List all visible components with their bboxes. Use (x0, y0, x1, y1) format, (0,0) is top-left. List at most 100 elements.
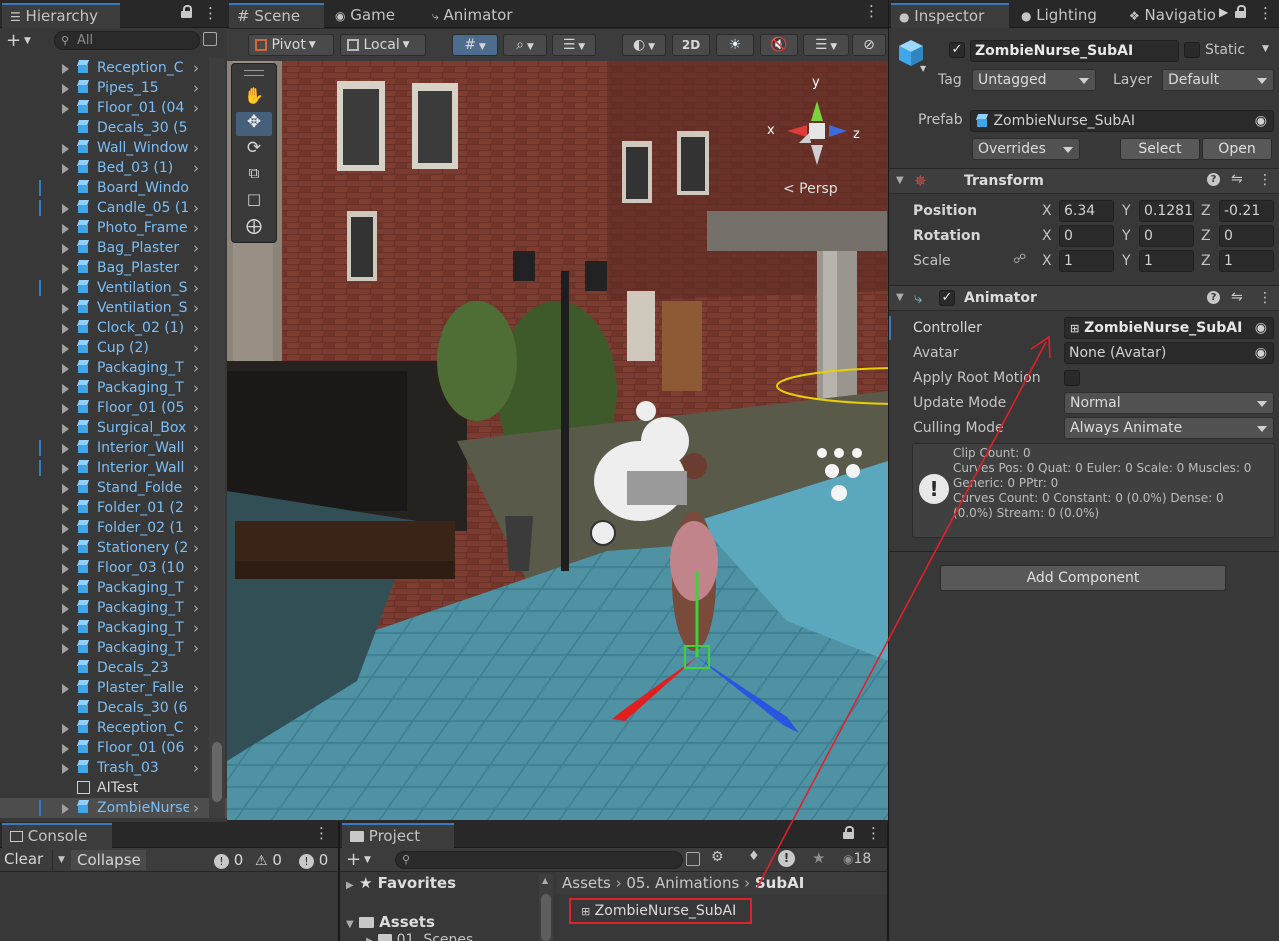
hierarchy-item[interactable]: Ventilation_S › (0, 278, 227, 298)
hierarchy-item[interactable]: Clock_02 (1) › (0, 318, 227, 338)
icon-dropdown-arrow[interactable]: ▼ (920, 64, 926, 73)
hierarchy-item[interactable]: Surgical_Box › (0, 418, 227, 438)
rotate-tool-icon[interactable]: ⟳ (236, 138, 272, 162)
open-prefab-chevron-icon[interactable]: › (193, 758, 199, 778)
create-button[interactable]: + ▼ (6, 30, 31, 51)
hierarchy-scrollbar[interactable] (209, 58, 225, 818)
open-prefab-chevron-icon[interactable]: › (193, 398, 199, 418)
expand-arrow-icon[interactable] (62, 604, 69, 614)
animator-help-icon[interactable]: ? (1207, 291, 1220, 304)
transform-tool-icon[interactable]: ⨁ (236, 216, 272, 240)
open-prefab-chevron-icon[interactable]: › (193, 238, 199, 258)
open-prefab-chevron-icon[interactable]: › (193, 678, 199, 698)
hierarchy-search-input[interactable]: ⚲ All (54, 31, 200, 50)
expand-arrow-icon[interactable] (62, 764, 69, 774)
open-prefab-chevron-icon[interactable]: › (193, 138, 199, 158)
hierarchy-item[interactable]: Folder_02 (1 › (0, 518, 227, 538)
error-filter-button[interactable]: ! 0 (299, 850, 335, 870)
tab-scene[interactable]: # Scene (229, 3, 324, 28)
filter-icon[interactable] (203, 32, 217, 46)
log-filter-button[interactable]: ! 0 (214, 850, 250, 870)
open-prefab-chevron-icon[interactable]: › (193, 638, 199, 658)
rotation-z-field[interactable]: 0 (1219, 225, 1274, 247)
hierarchy-item[interactable]: Floor_01 (06 › (0, 738, 227, 758)
hierarchy-item[interactable]: Ventilation_S › (0, 298, 227, 318)
culling-mode-dropdown[interactable]: Always Animate (1064, 417, 1274, 439)
controller-field[interactable]: ⊞ ZombieNurse_SubAI ◉ (1064, 317, 1274, 339)
open-prefab-chevron-icon[interactable]: › (193, 258, 199, 278)
static-checkbox[interactable] (1184, 42, 1200, 58)
grid-snap-button[interactable]: # ▼ (452, 34, 498, 56)
open-prefab-chevron-icon[interactable]: › (193, 498, 199, 518)
scale-z-field[interactable]: 1 (1219, 250, 1274, 272)
filter-by-type-icon[interactable]: ⚙ (711, 849, 724, 865)
tab-lighting[interactable]: ● Lighting (1013, 3, 1105, 28)
project-lock-icon[interactable] (843, 826, 854, 839)
expand-arrow-icon[interactable] (62, 484, 69, 494)
hierarchy-item[interactable]: Bed_03 (1) › (0, 158, 227, 178)
open-prefab-chevron-icon[interactable]: › (193, 458, 199, 478)
palette-handle[interactable] (244, 70, 264, 76)
open-prefab-chevron-icon[interactable]: › (193, 598, 199, 618)
hierarchy-item[interactable]: Packaging_T › (0, 598, 227, 618)
hierarchy-item[interactable]: Stand_Folde › (0, 478, 227, 498)
tab-inspector[interactable]: ● Inspector (891, 3, 1009, 28)
breadcrumb-animations[interactable]: 05. Animations (626, 874, 739, 892)
filter-by-log-icon[interactable]: ! (778, 850, 795, 867)
expand-arrow-icon[interactable] (62, 444, 69, 454)
add-component-button[interactable]: Add Component (940, 565, 1226, 591)
filter-by-label-icon[interactable]: ♦ (748, 849, 760, 864)
clear-button[interactable]: Clear (4, 850, 43, 868)
tab-scroll-right-icon[interactable]: ▶ (1219, 5, 1228, 19)
tab-project[interactable]: Project (342, 823, 454, 848)
static-dropdown-arrow[interactable]: ▼ (1262, 44, 1269, 54)
orientation-gizmo[interactable]: y x z (767, 73, 867, 183)
more-options-icon[interactable]: ⋮ (203, 4, 218, 22)
open-prefab-chevron-icon[interactable]: › (193, 418, 199, 438)
expand-arrow-icon[interactable] (62, 224, 69, 234)
expand-arrow-icon[interactable] (62, 624, 69, 634)
increment-snap-button[interactable]: ⌕ ▼ (503, 34, 547, 56)
open-prefab-chevron-icon[interactable]: › (193, 298, 199, 318)
hierarchy-item[interactable]: Interior_Wall › (0, 458, 227, 478)
inspector-more-icon[interactable]: ⋮ (1258, 4, 1273, 22)
component-menu-icon[interactable]: ⋮ (1258, 172, 1272, 188)
object-picker-icon[interactable]: ◉ (1255, 111, 1267, 131)
open-prefab-chevron-icon[interactable]: › (193, 798, 199, 818)
lock-icon[interactable] (181, 5, 192, 18)
animator-enabled-checkbox[interactable]: ✓ (939, 290, 955, 306)
tab-animator[interactable]: ⤷ Animator (424, 3, 520, 28)
open-prefab-chevron-icon[interactable]: › (193, 318, 199, 338)
asset-item[interactable]: ⊞ ZombieNurse_SubAI (569, 898, 752, 924)
hierarchy-item[interactable]: Bag_Plaster › (0, 238, 227, 258)
expand-arrow-icon[interactable] (62, 384, 69, 394)
rect-tool-icon[interactable]: □ (236, 190, 272, 214)
rotation-x-field[interactable]: 0 (1059, 225, 1114, 247)
hierarchy-item[interactable]: Decals_30 (5 (0, 118, 227, 138)
lighting-toggle-icon[interactable]: ☀ (716, 34, 754, 56)
open-prefab-chevron-icon[interactable]: › (193, 538, 199, 558)
hierarchy-item[interactable]: Packaging_T › (0, 618, 227, 638)
open-prefab-chevron-icon[interactable]: › (193, 478, 199, 498)
move-tool-icon[interactable]: ✥ (236, 112, 272, 136)
position-x-field[interactable]: 6.34 (1059, 200, 1114, 222)
hierarchy-item[interactable]: Floor_01 (04 › (0, 98, 227, 118)
animator-preset-icon[interactable]: ⇋ (1231, 289, 1243, 305)
inspector-lock-icon[interactable] (1235, 5, 1246, 18)
expand-arrow-icon[interactable] (62, 744, 69, 754)
scenes-folder-item[interactable]: ▶ 01. Scenes (366, 932, 473, 941)
hierarchy-item[interactable]: Interior_Wall › (0, 438, 227, 458)
position-z-field[interactable]: -0.21 (1219, 200, 1274, 222)
hidden-packages-button[interactable]: ◉18 (843, 851, 871, 867)
breadcrumb-subai[interactable]: SubAI (755, 874, 804, 892)
tag-dropdown[interactable]: Untagged (972, 69, 1096, 91)
scale-y-field[interactable]: 1 (1139, 250, 1194, 272)
local-dropdown[interactable]: Local ▼ (340, 34, 426, 56)
overrides-dropdown[interactable]: Overrides (972, 138, 1080, 160)
hierarchy-item[interactable]: ZombieNurse › (0, 798, 227, 818)
controller-picker-icon[interactable]: ◉ (1255, 318, 1267, 338)
assets-item[interactable]: ▼ Assets (346, 913, 435, 931)
hierarchy-item[interactable]: Candle_05 (1 › (0, 198, 227, 218)
open-prefab-chevron-icon[interactable]: › (193, 378, 199, 398)
hierarchy-item[interactable]: Stationery (2 › (0, 538, 227, 558)
